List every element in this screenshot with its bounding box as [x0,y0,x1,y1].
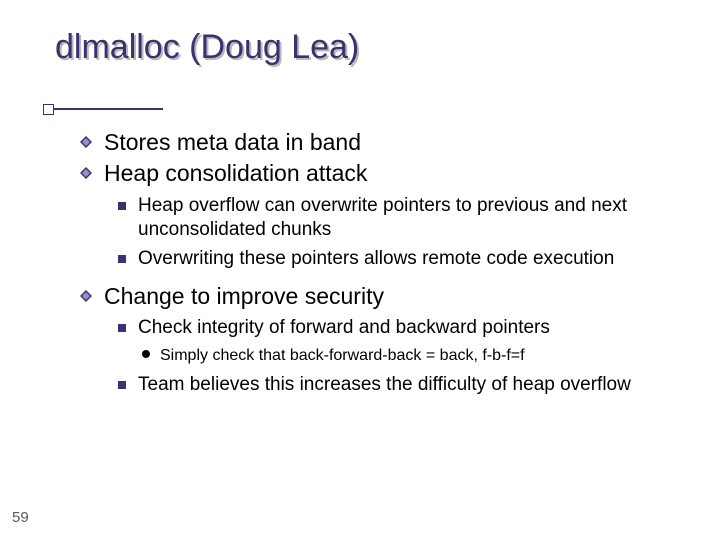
square-icon [118,202,126,210]
square-icon [118,255,126,263]
slide: dlmalloc (Doug Lea) dlmalloc (Doug Lea) … [0,0,720,540]
bullet-text: Stores meta data in band [104,129,361,155]
bullet-level2: Overwriting these pointers allows remote… [118,247,690,272]
bullet-text: Simply check that back-forward-back = ba… [160,347,525,364]
diamond-icon [80,136,92,148]
bullet-level1: Heap consolidation attack [80,159,690,188]
square-icon [118,324,126,332]
bullet-level2: Team believes this increases the difficu… [118,373,690,398]
bullet-text: Team believes this increases the difficu… [138,374,631,395]
square-icon [118,381,126,389]
diamond-icon [80,167,92,179]
subbullet-group: Check integrity of forward and backward … [118,316,690,397]
bullet-level2: Check integrity of forward and backward … [118,316,690,341]
bullet-text: Change to improve security [104,283,384,309]
slide-body: Stores meta data in band Heap consolidat… [80,128,690,407]
subbullet-group: Heap overflow can overwrite pointers to … [118,194,690,272]
slide-title: dlmalloc (Doug Lea) [55,28,359,67]
bullet-text: Heap consolidation attack [104,160,367,186]
bullet-level1: Stores meta data in band [80,128,690,157]
bullet-text: Check integrity of forward and backward … [138,317,550,338]
bullet-level1: Change to improve security [80,282,690,311]
bullet-text: Overwriting these pointers allows remote… [138,248,614,269]
subsubbullet-group: Simply check that back-forward-back = ba… [142,345,690,367]
title-underline [48,108,163,110]
page-number: 59 [12,509,29,526]
diamond-icon [80,290,92,302]
bullet-level2: Heap overflow can overwrite pointers to … [118,194,690,243]
bullet-text: Heap overflow can overwrite pointers to … [138,195,627,241]
bullet-level3: Simply check that back-forward-back = ba… [142,345,690,367]
dot-icon [142,350,150,358]
